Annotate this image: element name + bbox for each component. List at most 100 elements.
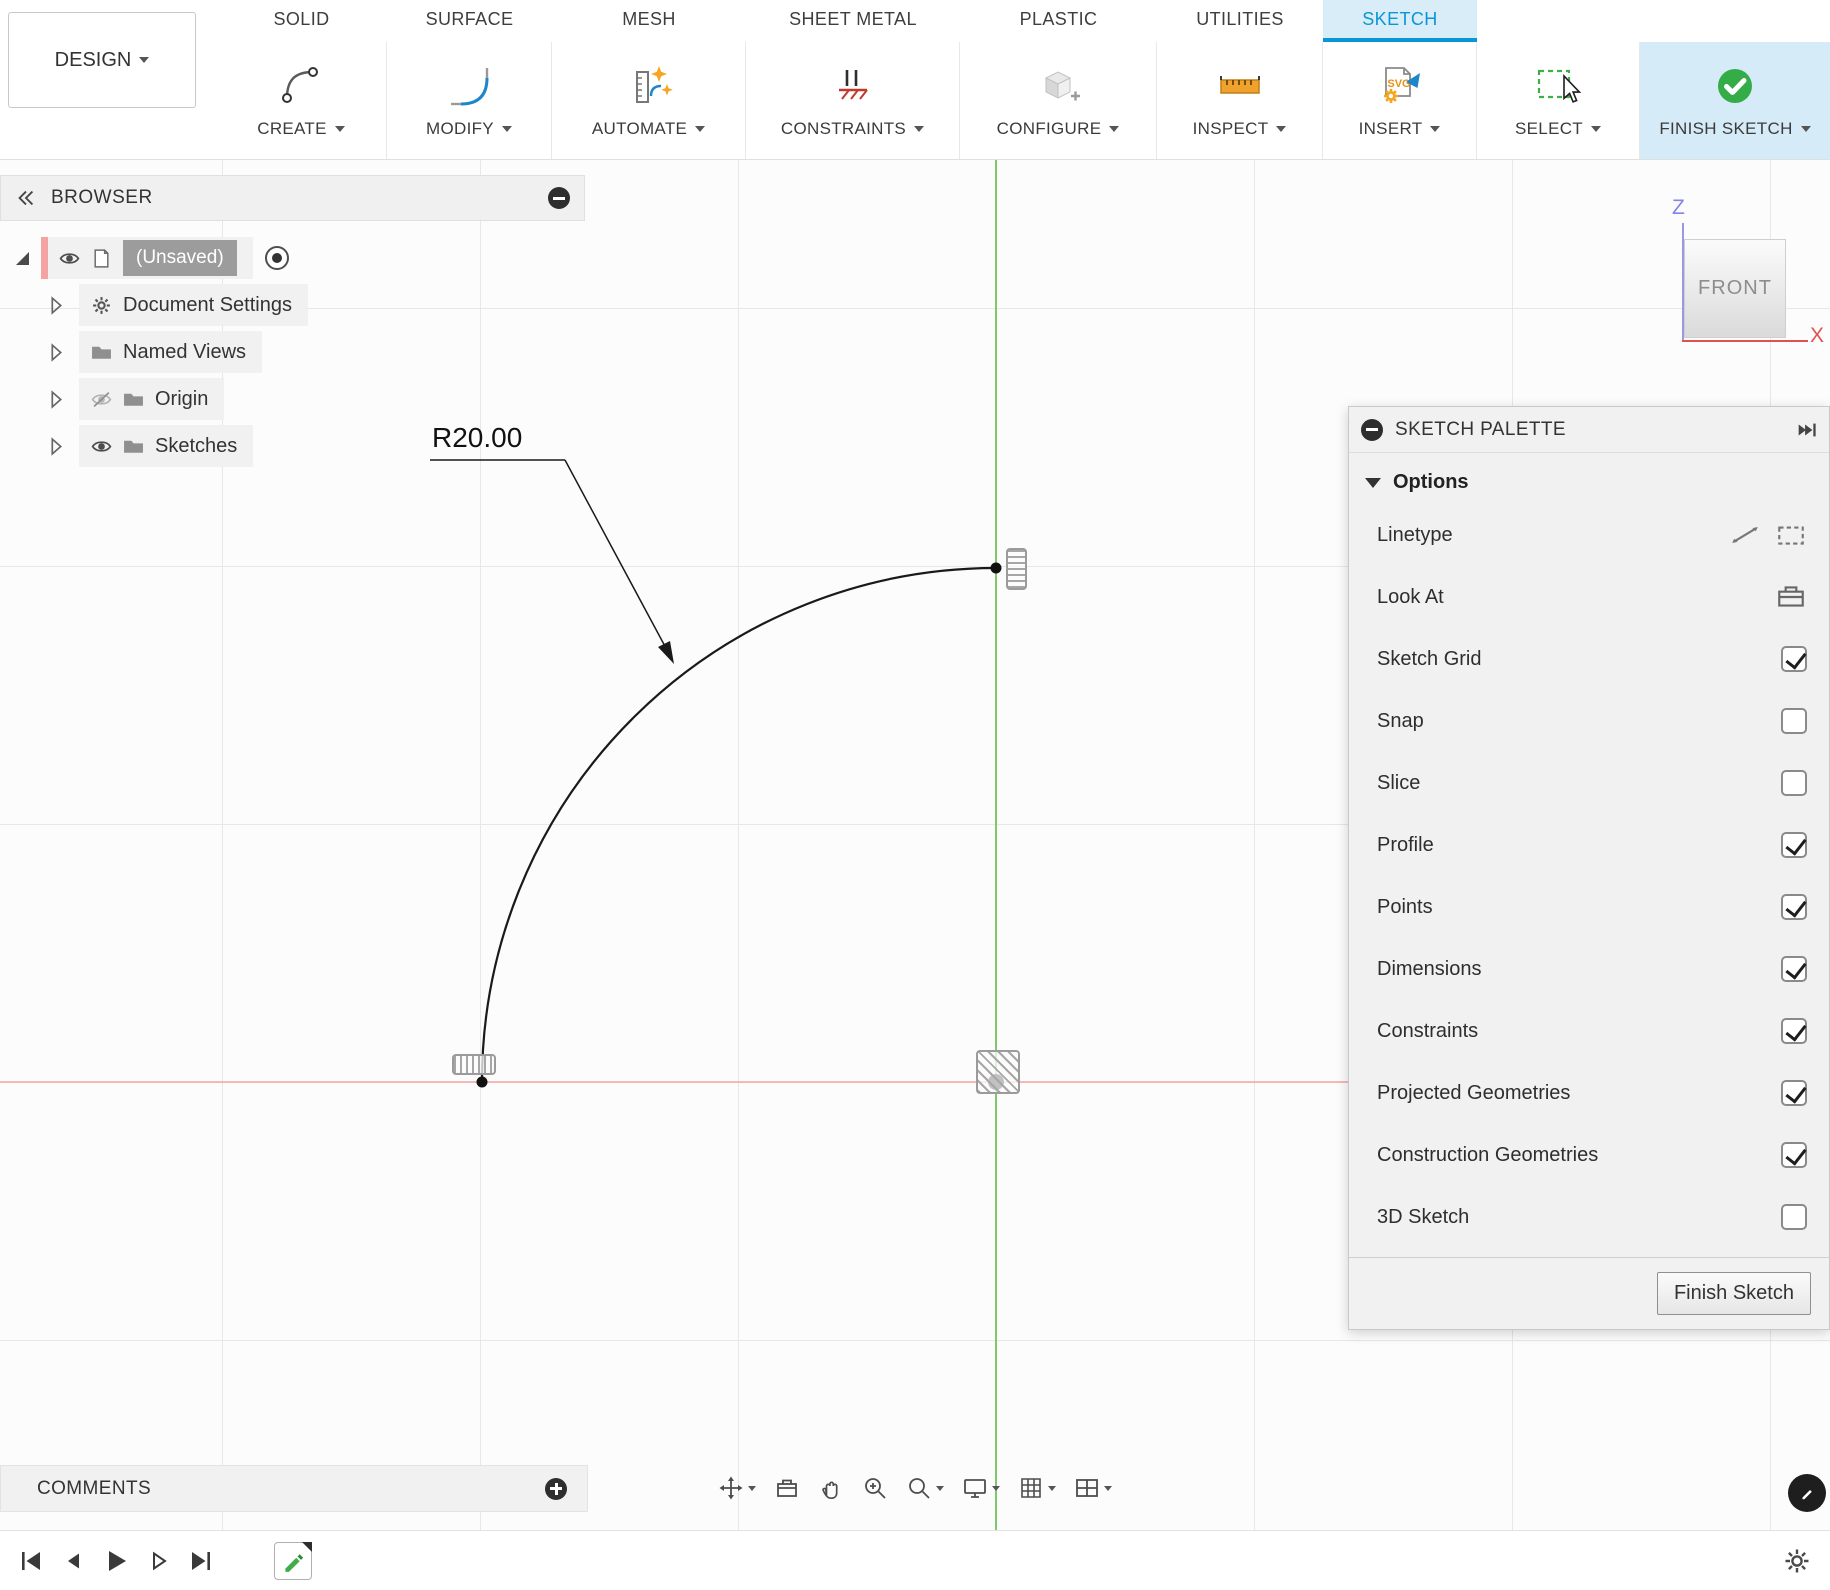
sketch-feature-icon[interactable] (274, 1542, 312, 1580)
constraints-checkbox[interactable] (1781, 1018, 1807, 1044)
play-icon[interactable] (102, 1547, 130, 1575)
arc-endpoint-top[interactable] (991, 563, 1002, 574)
chevron-down-icon (992, 1486, 1000, 1491)
tools-row: CREATE MODIFY (216, 42, 1830, 159)
dimension-leader-line[interactable] (565, 460, 667, 650)
options-section-header[interactable]: Options (1349, 453, 1829, 502)
comments-bar[interactable]: COMMENTS (0, 1465, 588, 1512)
ribbon: SOLID SURFACE MESH SHEET METAL PLASTIC U… (216, 0, 1830, 159)
palette-row-look-at: Look At (1349, 566, 1829, 628)
tool-group-select[interactable]: SELECT (1477, 42, 1640, 159)
tool-group-finish-sketch[interactable]: FINISH SKETCH (1640, 42, 1830, 159)
tool-group-inspect[interactable]: INSPECT (1157, 42, 1323, 159)
tab-solid[interactable]: SOLID (216, 0, 387, 42)
viewcube-front-face[interactable]: FRONT (1684, 239, 1786, 338)
design-menu-button[interactable]: DESIGN (8, 12, 196, 108)
tab-sketch[interactable]: SKETCH (1323, 0, 1477, 42)
tool-group-automate[interactable]: AUTOMATE (552, 42, 746, 159)
sketch-canvas[interactable]: R20.00 BROWSER (Unsaved) (0, 160, 1830, 1530)
horizontal-constraint-icon[interactable] (452, 1054, 496, 1075)
item-label: Sketches (155, 435, 237, 458)
root-chip[interactable]: (Unsaved) (41, 237, 253, 279)
browser-item-sketches[interactable]: Sketches (46, 424, 585, 468)
step-forward-icon[interactable] (146, 1548, 172, 1574)
tab-sheet-metal[interactable]: SHEET METAL (746, 0, 960, 42)
arc-endpoint-left[interactable] (477, 1077, 488, 1088)
tab-surface[interactable]: SURFACE (387, 0, 552, 42)
tool-group-modify[interactable]: MODIFY (387, 42, 552, 159)
projected-geometries-checkbox[interactable] (1781, 1080, 1807, 1106)
sketch-palette-title: SKETCH PALETTE (1395, 419, 1783, 441)
eye-icon[interactable] (59, 248, 80, 269)
look-at-icon[interactable] (771, 1472, 803, 1504)
3d-sketch-checkbox[interactable] (1781, 1204, 1807, 1230)
expand-icon[interactable] (46, 342, 67, 363)
sketch-grid-checkbox[interactable] (1781, 646, 1807, 672)
palette-rows: Linetype Look At (1349, 502, 1829, 1257)
sketch-palette-header[interactable]: SKETCH PALETTE (1349, 407, 1829, 453)
profile-checkbox[interactable] (1781, 832, 1807, 858)
points-checkbox[interactable] (1781, 894, 1807, 920)
step-back-icon[interactable] (60, 1548, 86, 1574)
grid-settings-icon[interactable] (1015, 1472, 1059, 1504)
select-label: SELECT (1515, 119, 1583, 139)
palette-row-snap: Snap (1349, 690, 1829, 752)
dimensions-checkbox[interactable] (1781, 956, 1807, 982)
dock-panel-icon[interactable] (1795, 419, 1817, 441)
finish-sketch-button[interactable]: Finish Sketch (1657, 1272, 1811, 1315)
browser-header[interactable]: BROWSER (0, 175, 585, 221)
palette-row-slice: Slice (1349, 752, 1829, 814)
view-cube[interactable]: Z FRONT X (1670, 196, 1830, 356)
tab-utilities[interactable]: UTILITIES (1157, 0, 1323, 42)
chevron-down-icon (695, 126, 705, 132)
eye-off-icon[interactable] (91, 389, 112, 410)
settings-gear-icon[interactable] (1782, 1546, 1812, 1576)
viewports-icon[interactable] (1071, 1472, 1115, 1504)
expand-root-icon[interactable] (16, 252, 29, 265)
display-settings-icon[interactable] (959, 1472, 1003, 1504)
look-at-icon[interactable] (1775, 581, 1807, 613)
construction-geometries-checkbox[interactable] (1781, 1142, 1807, 1168)
pan-hand-icon[interactable] (815, 1472, 847, 1504)
finish-sketch-label: FINISH SKETCH (1659, 119, 1792, 139)
browser-item-named-views[interactable]: Named Views (46, 330, 585, 374)
palette-row-dimensions: Dimensions (1349, 938, 1829, 1000)
collapse-panel-icon[interactable] (15, 187, 37, 209)
browser-item-document-settings[interactable]: Document Settings (46, 283, 585, 327)
vertical-constraint-icon[interactable] (1006, 548, 1027, 590)
expand-icon[interactable] (46, 295, 67, 316)
skip-start-icon[interactable] (18, 1548, 44, 1574)
configure-label: CONFIGURE (997, 119, 1102, 139)
zoom-icon[interactable] (859, 1472, 891, 1504)
automate-sparkle-icon (625, 62, 673, 110)
tool-group-insert[interactable]: SVG INSERT (1323, 42, 1477, 159)
tab-mesh[interactable]: MESH (552, 0, 746, 42)
browser-root-row[interactable]: (Unsaved) (16, 236, 585, 280)
orbit-icon[interactable] (715, 1472, 759, 1504)
skip-end-icon[interactable] (188, 1548, 214, 1574)
construction-line-icon[interactable] (1775, 519, 1807, 551)
tab-plastic[interactable]: PLASTIC (960, 0, 1157, 42)
activate-component-radio[interactable] (265, 246, 289, 270)
minimize-palette-icon[interactable] (1361, 419, 1383, 441)
status-indicator-icon[interactable] (1788, 1474, 1826, 1512)
expand-icon[interactable] (46, 389, 67, 410)
fit-view-icon[interactable] (903, 1472, 947, 1504)
eye-icon[interactable] (91, 436, 112, 457)
browser-item-origin[interactable]: Origin (46, 377, 585, 421)
snap-checkbox[interactable] (1781, 708, 1807, 734)
add-comment-icon[interactable] (545, 1478, 567, 1500)
expand-icon[interactable] (46, 436, 67, 457)
slice-checkbox[interactable] (1781, 770, 1807, 796)
palette-row-constraints: Constraints (1349, 1000, 1829, 1062)
tool-group-configure[interactable]: CONFIGURE (960, 42, 1157, 159)
sketch-palette: SKETCH PALETTE Options Linetype (1348, 406, 1830, 1330)
chevron-down-icon (502, 126, 512, 132)
fix-constraint-icon[interactable] (976, 1050, 1020, 1094)
tool-group-constraints[interactable]: CONSTRAINTS (746, 42, 960, 159)
sketch-arc[interactable] (482, 568, 996, 1082)
document-name-badge: (Unsaved) (123, 240, 237, 276)
centerline-icon[interactable] (1729, 519, 1761, 551)
tool-group-create[interactable]: CREATE (216, 42, 387, 159)
minimize-browser-icon[interactable] (548, 187, 570, 209)
